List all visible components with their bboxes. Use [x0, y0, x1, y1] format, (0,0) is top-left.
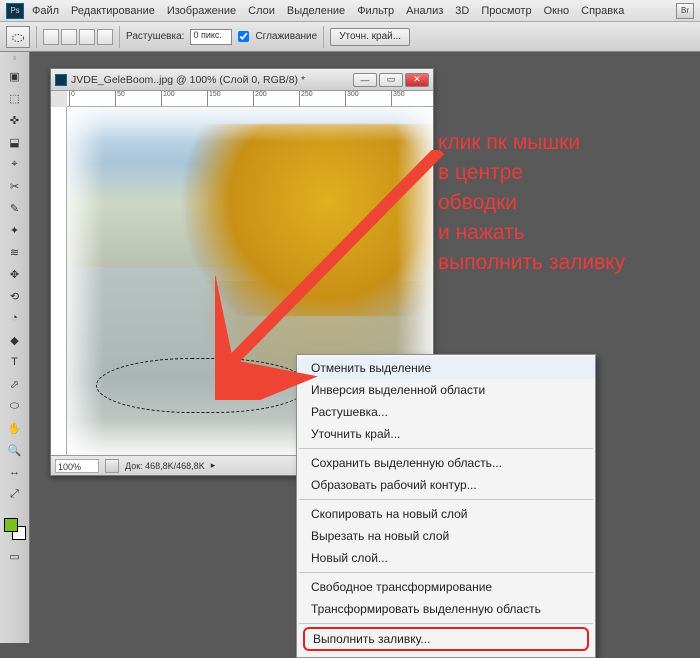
- menu-analysis[interactable]: Анализ: [402, 5, 447, 17]
- annotation-line: выполнить заливку: [438, 248, 625, 278]
- refine-edge-button[interactable]: Уточн. край...: [330, 28, 410, 46]
- marquee-tool-icon[interactable]: ⬚: [4, 88, 26, 108]
- annotation-line: в центре: [438, 158, 625, 188]
- hand-tool-icon[interactable]: ✋: [4, 418, 26, 438]
- annotation-text: клик пк мышки в центре обводки и нажать …: [438, 128, 625, 278]
- bridge-icon[interactable]: Br: [676, 3, 694, 19]
- eyedropper-tool-icon[interactable]: ✂: [4, 176, 26, 196]
- ctx-free-transform[interactable]: Свободное трансформирование: [297, 576, 595, 598]
- doc-size-label: Док: 468,8K/468,8K: [125, 461, 205, 471]
- sel-int-icon[interactable]: [97, 29, 113, 45]
- ctx-separator: [299, 499, 593, 500]
- menu-file[interactable]: Файл: [28, 5, 63, 17]
- selection-marquee[interactable]: [96, 358, 308, 414]
- antialias-label: Сглаживание: [255, 31, 317, 42]
- menu-filter[interactable]: Фильтр: [353, 5, 398, 17]
- doc-icon: [55, 74, 67, 86]
- ctx-layer-via-copy[interactable]: Скопировать на новый слой: [297, 503, 595, 525]
- ctx-fill-highlighted[interactable]: Выполнить заливку...: [303, 627, 589, 651]
- history-brush-tool-icon[interactable]: ✥: [4, 264, 26, 284]
- ruler-tick: 50: [115, 91, 125, 106]
- quick-select-tool-icon[interactable]: ⬓: [4, 132, 26, 152]
- brush-tool-icon[interactable]: ✦: [4, 220, 26, 240]
- ruler-tick: 300: [345, 91, 359, 106]
- annotation-line: клик пк мышки: [438, 128, 625, 158]
- menu-bar: Ps Файл Редактирование Изображение Слои …: [0, 0, 700, 22]
- menu-select[interactable]: Выделение: [283, 5, 349, 17]
- ctx-inverse[interactable]: Инверсия выделенной области: [297, 379, 595, 401]
- document-title: JVDE_GeleBoom..jpg @ 100% (Слой 0, RGB/8…: [71, 74, 349, 86]
- toolbox: ≡ ▣ ⬚ ✜ ⬓ ⌖ ✂ ✎ ✦ ≋ ✥ ⟲ ◔ ◆ T ⬀ ⬭ ✋ 🔍 ↔ …: [0, 52, 30, 643]
- ctx-feather[interactable]: Растушевка...: [297, 401, 595, 423]
- blur-tool-icon[interactable]: ◆: [4, 330, 26, 350]
- maximize-button[interactable]: ▭: [379, 73, 403, 87]
- ctx-refine-edge[interactable]: Уточнить край...: [297, 423, 595, 445]
- ruler-vertical[interactable]: [51, 107, 67, 455]
- ctx-separator: [299, 572, 593, 573]
- annotation-line: обводки: [438, 188, 625, 218]
- ctx-separator: [299, 623, 593, 624]
- sel-sub-icon[interactable]: [79, 29, 95, 45]
- zoom-tool-icon[interactable]: 🔍: [4, 440, 26, 460]
- ctx-deselect[interactable]: Отменить выделение: [297, 357, 595, 379]
- current-tool-icon[interactable]: [6, 26, 30, 48]
- move-tool-icon[interactable]: ▣: [4, 66, 26, 86]
- lasso-tool-icon[interactable]: ✜: [4, 110, 26, 130]
- ctx-make-work-path[interactable]: Образовать рабочий контур...: [297, 474, 595, 496]
- menu-image[interactable]: Изображение: [163, 5, 240, 17]
- statusbar-chevron-icon[interactable]: ▸: [211, 460, 216, 471]
- annotation-line: и нажать: [438, 218, 625, 248]
- ruler-tick: 250: [299, 91, 313, 106]
- ruler-horizontal[interactable]: 0 50 100 150 200 250 300 350: [67, 91, 433, 107]
- document-titlebar[interactable]: JVDE_GeleBoom..jpg @ 100% (Слой 0, RGB/8…: [51, 69, 433, 91]
- menu-view[interactable]: Просмотр: [477, 5, 535, 17]
- menu-window[interactable]: Окно: [540, 5, 574, 17]
- fg-color-swatch[interactable]: [4, 518, 18, 532]
- healing-tool-icon[interactable]: ✎: [4, 198, 26, 218]
- clone-tool-icon[interactable]: ≋: [4, 242, 26, 262]
- ctx-separator: [299, 448, 593, 449]
- ruler-tick: 150: [207, 91, 221, 106]
- ruler-tick: 200: [253, 91, 267, 106]
- minimize-button[interactable]: —: [353, 73, 377, 87]
- 3d-tool-icon[interactable]: ⤢: [4, 484, 26, 504]
- ctx-layer-via-cut[interactable]: Вырезать на новый слой: [297, 525, 595, 547]
- options-bar: Растушевка: 0 пикс. Сглаживание Уточн. к…: [0, 22, 700, 52]
- color-swatches[interactable]: [4, 518, 26, 540]
- toolbox-grip-icon[interactable]: ≡: [4, 56, 26, 64]
- sel-new-icon[interactable]: [43, 29, 59, 45]
- ruler-tick: 100: [161, 91, 175, 106]
- ctx-new-layer[interactable]: Новый слой...: [297, 547, 595, 569]
- ps-logo: Ps: [6, 3, 24, 19]
- antialias-checkbox[interactable]: [238, 31, 249, 42]
- menu-help[interactable]: Справка: [577, 5, 628, 17]
- rotate-tool-icon[interactable]: ↔: [4, 462, 26, 482]
- ctx-transform-selection[interactable]: Трансформировать выделенную область: [297, 598, 595, 620]
- eraser-tool-icon[interactable]: ⟲: [4, 286, 26, 306]
- feather-input[interactable]: 0 пикс.: [190, 29, 232, 45]
- feather-label: Растушевка:: [126, 31, 184, 42]
- ctx-save-selection[interactable]: Сохранить выделенную область...: [297, 452, 595, 474]
- shape-tool-icon[interactable]: ⬭: [4, 396, 26, 416]
- menu-layers[interactable]: Слои: [244, 5, 279, 17]
- ruler-tick: 0: [69, 91, 75, 106]
- context-menu: Отменить выделение Инверсия выделенной о…: [296, 354, 596, 658]
- type-tool-icon[interactable]: T: [4, 352, 26, 372]
- sel-add-icon[interactable]: [61, 29, 77, 45]
- zoom-level[interactable]: 100%: [55, 459, 99, 473]
- crop-tool-icon[interactable]: ⌖: [4, 154, 26, 174]
- pen-tool-icon[interactable]: ⬀: [4, 374, 26, 394]
- gradient-tool-icon[interactable]: ◔: [4, 308, 26, 328]
- view-icon[interactable]: [105, 459, 119, 473]
- close-button[interactable]: ✕: [405, 73, 429, 87]
- menu-3d[interactable]: 3D: [451, 5, 473, 17]
- ruler-tick: 350: [391, 91, 405, 106]
- screen-mode-icon[interactable]: ▭: [4, 546, 26, 566]
- selection-mode-icons: [43, 29, 113, 45]
- menu-edit[interactable]: Редактирование: [67, 5, 159, 17]
